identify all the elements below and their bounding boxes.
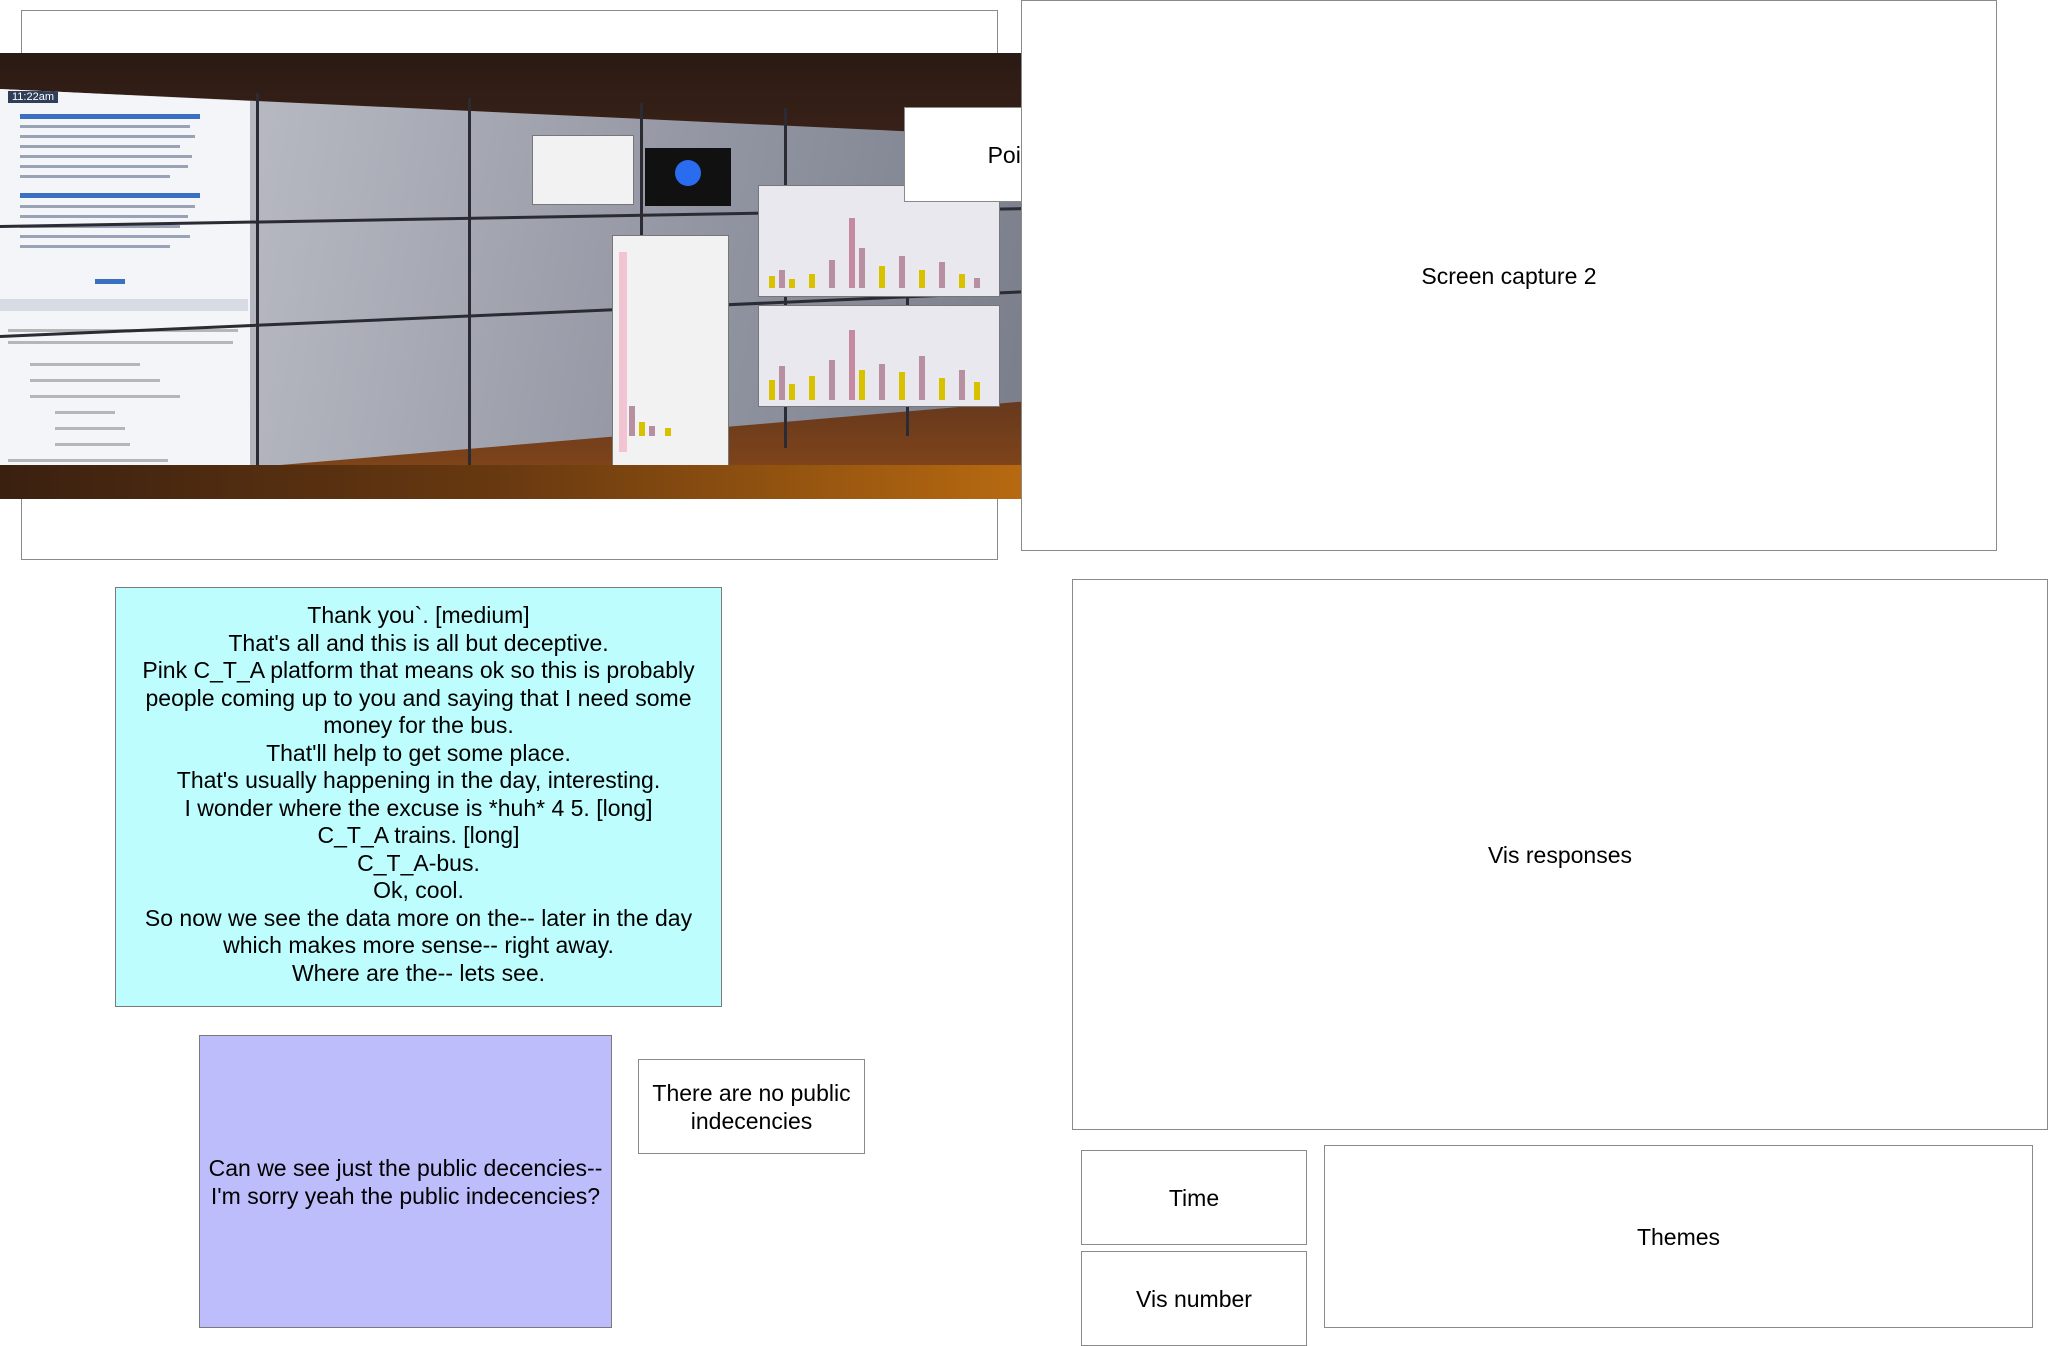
- themes-label: Themes: [1636, 1223, 1721, 1250]
- transcript-line: That's all and this is all but deceptive…: [228, 629, 609, 656]
- screen-capture-2-label: Screen capture 2: [1421, 262, 1597, 289]
- vis-responses-label: Vis responses: [1487, 841, 1633, 868]
- transcript-line: Thank you`. [medium]: [307, 602, 530, 628]
- transcript-line: Ok, cool.: [373, 877, 464, 903]
- clock-text: 11:22am: [8, 91, 58, 103]
- question-text: Can we see just the public decencies-- I…: [208, 1154, 603, 1209]
- answer-text: There are no public indecencies: [652, 1079, 851, 1134]
- transcript-line: Pink C_T_A platform that means ok so thi…: [142, 657, 695, 738]
- transcript-line: C_T_A-bus.: [357, 849, 480, 876]
- transcript-line: That'll help to get some place.: [266, 739, 571, 766]
- transcript-line: I wonder where the excuse is *huh* 4 5. …: [184, 794, 653, 821]
- display-wall-photo: 11:22am: [0, 53, 1029, 499]
- answer-box: There are no public indecencies: [638, 1059, 865, 1154]
- transcript-line: That's usually happening in the day, int…: [176, 767, 661, 793]
- screen-capture-2-box: Screen capture 2: [1021, 0, 1997, 551]
- document-panel: 11:22am: [0, 89, 250, 487]
- question-box: Can we see just the public decencies-- I…: [199, 1035, 612, 1328]
- transcript-line: C_T_A trains. [long]: [317, 822, 520, 848]
- vis-responses-box: Vis responses: [1072, 579, 2048, 1130]
- transcript-box: Thank you`. [medium] That's all and this…: [115, 587, 722, 1007]
- floor: [0, 465, 1029, 499]
- time-label: Time: [1168, 1184, 1220, 1211]
- list-window: [532, 135, 634, 205]
- chart-window-small: [612, 235, 729, 477]
- dark-window: [645, 148, 731, 206]
- vis-number-label: Vis number: [1136, 1285, 1252, 1312]
- transcript-line: Where are the-- lets see.: [291, 959, 546, 986]
- chart-window-large-bottom: [758, 305, 1000, 407]
- time-box: Time: [1081, 1150, 1307, 1245]
- themes-box: Themes: [1324, 1145, 2033, 1328]
- transcript-line: So now we see the data more on the-- lat…: [144, 904, 693, 959]
- vis-number-box: Vis number: [1081, 1251, 1307, 1346]
